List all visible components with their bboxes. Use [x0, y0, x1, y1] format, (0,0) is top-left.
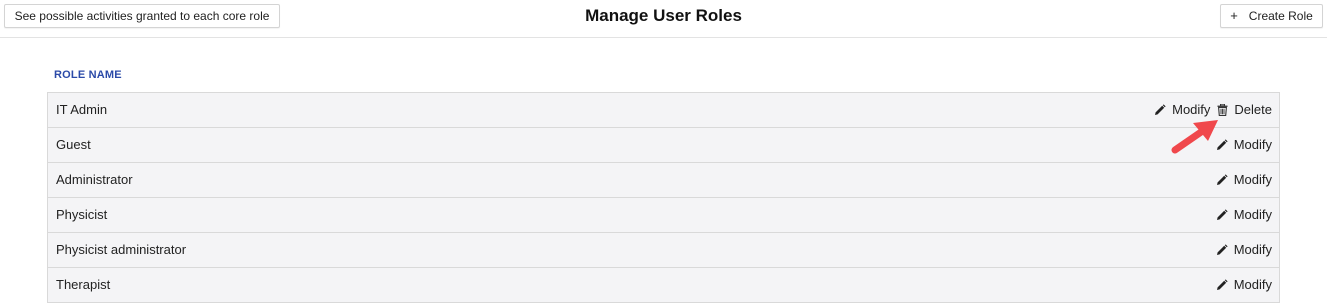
- modify-label: Modify: [1233, 277, 1272, 292]
- row-actions: Modify: [1216, 172, 1272, 187]
- role-name-column-header: ROLE NAME: [54, 69, 122, 81]
- table-row: Administrator Modify: [47, 163, 1280, 198]
- row-actions: Modify: [1216, 277, 1272, 292]
- modify-label: Modify: [1233, 172, 1272, 187]
- role-name: Therapist: [56, 277, 111, 292]
- modify-button[interactable]: Modify: [1216, 137, 1272, 152]
- modify-label: Modify: [1233, 242, 1272, 257]
- pencil-icon: [1216, 208, 1228, 220]
- role-name: Guest: [56, 137, 91, 152]
- page-header: See possible activities granted to each …: [0, 0, 1327, 38]
- plus-icon: +: [1230, 8, 1238, 23]
- create-role-label: Create Role: [1248, 9, 1313, 23]
- modify-label: Modify: [1233, 137, 1272, 152]
- red-arrow-icon: [1171, 120, 1218, 154]
- pencil-icon: [1216, 278, 1228, 290]
- table-row: Physicist administrator Modify: [47, 233, 1280, 268]
- row-actions: Modify: [1216, 137, 1272, 152]
- table-row: Therapist Modify: [47, 268, 1280, 303]
- delete-label: Delete: [1234, 102, 1272, 117]
- role-name: Physicist: [56, 207, 108, 222]
- see-activities-button[interactable]: See possible activities granted to each …: [4, 4, 280, 28]
- modify-button[interactable]: Modify: [1216, 242, 1272, 257]
- role-name: Administrator: [56, 172, 133, 187]
- modify-button[interactable]: Modify: [1216, 172, 1272, 187]
- delete-button[interactable]: Delete: [1217, 102, 1272, 117]
- role-name: IT Admin: [56, 102, 108, 117]
- pencil-icon: [1216, 243, 1228, 255]
- table-row: Physicist Modify: [47, 198, 1280, 233]
- roles-table: IT Admin Modify Delete Guest Modify Admi…: [47, 92, 1280, 303]
- role-name: Physicist administrator: [56, 242, 187, 257]
- modify-button[interactable]: Modify: [1216, 277, 1272, 292]
- modify-label: Modify: [1233, 207, 1272, 222]
- row-actions: Modify: [1216, 242, 1272, 257]
- pencil-icon: [1155, 103, 1166, 115]
- table-row: IT Admin Modify Delete: [47, 93, 1280, 128]
- modify-button[interactable]: Modify: [1216, 207, 1272, 222]
- create-role-button[interactable]: + Create Role: [1220, 4, 1323, 28]
- table-row: Guest Modify: [47, 128, 1280, 163]
- pencil-icon: [1216, 173, 1228, 185]
- row-actions: Modify: [1216, 207, 1272, 222]
